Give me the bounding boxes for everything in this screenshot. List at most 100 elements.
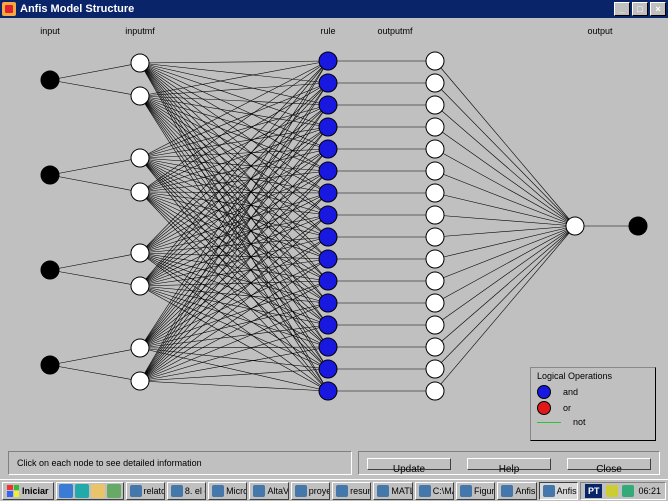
quick-launch	[56, 482, 124, 500]
clock: 06:21	[638, 486, 661, 496]
quicklaunch-icon-4[interactable]	[107, 484, 121, 498]
aggregation-node[interactable]	[566, 217, 584, 235]
tray-icon-2[interactable]	[622, 485, 634, 497]
task-item[interactable]: Micros...	[208, 482, 247, 500]
maximize-button[interactable]: □	[632, 2, 648, 16]
legend-row-and: and	[537, 385, 649, 399]
legend-line-not	[537, 422, 561, 423]
outputmf-node-1[interactable]	[426, 74, 444, 92]
legend-row-or: or	[537, 401, 649, 415]
outputmf-node-11[interactable]	[426, 294, 444, 312]
rule-node-2[interactable]	[319, 96, 337, 114]
outputmf-node-3[interactable]	[426, 118, 444, 136]
outputmf-node-8[interactable]	[426, 228, 444, 246]
task-icon	[336, 485, 348, 497]
rule-node-8[interactable]	[319, 228, 337, 246]
task-label: proyec...	[309, 486, 330, 496]
rule-node-5[interactable]	[319, 162, 337, 180]
outputmf-node-12[interactable]	[426, 316, 444, 334]
task-label: Figure ...	[474, 486, 495, 496]
rule-node-6[interactable]	[319, 184, 337, 202]
task-item[interactable]: Anfis ...	[539, 482, 578, 500]
diagram-canvas: input inputmf rule outputmf output Logic…	[0, 18, 668, 447]
outputmf-node-10[interactable]	[426, 272, 444, 290]
update-button[interactable]: Update	[367, 458, 451, 470]
inputmf-node-3[interactable]	[131, 183, 149, 201]
task-item[interactable]: C:\MA...	[415, 482, 454, 500]
task-item[interactable]: AltaVis...	[249, 482, 288, 500]
task-label: Micros...	[226, 486, 247, 496]
task-icon	[212, 485, 224, 497]
inputmf-node-6[interactable]	[131, 339, 149, 357]
task-item[interactable]: Anfis E...	[497, 482, 536, 500]
rule-node-11[interactable]	[319, 294, 337, 312]
header-outputmf: outputmf	[377, 26, 412, 36]
task-item[interactable]: proyec...	[291, 482, 330, 500]
rule-node-12[interactable]	[319, 316, 337, 334]
task-item[interactable]: resum...	[332, 482, 371, 500]
quicklaunch-icon-1[interactable]	[59, 484, 73, 498]
outputmf-node-13[interactable]	[426, 338, 444, 356]
rule-node-15[interactable]	[319, 382, 337, 400]
legend-label-and: and	[563, 387, 578, 397]
task-item[interactable]: MATLAB	[373, 482, 412, 500]
task-icon	[377, 485, 389, 497]
outputmf-node-7[interactable]	[426, 206, 444, 224]
outputmf-node-5[interactable]	[426, 162, 444, 180]
rule-node-1[interactable]	[319, 74, 337, 92]
input-node-1[interactable]	[41, 166, 59, 184]
language-indicator[interactable]: PT	[585, 484, 603, 498]
close-button[interactable]: Close	[567, 458, 651, 470]
task-item[interactable]: 8. el e...	[167, 482, 206, 500]
outputmf-node-6[interactable]	[426, 184, 444, 202]
legend-box: Logical Operations and or not	[530, 367, 656, 441]
inputmf-node-4[interactable]	[131, 244, 149, 262]
task-icon	[501, 485, 513, 497]
inputmf-node-2[interactable]	[131, 149, 149, 167]
tray-icon-1[interactable]	[606, 485, 618, 497]
status-hint: Click on each node to see detailed infor…	[8, 451, 352, 475]
windows-logo-icon	[7, 485, 19, 497]
outputmf-node-4[interactable]	[426, 140, 444, 158]
rule-node-9[interactable]	[319, 250, 337, 268]
outputmf-node-9[interactable]	[426, 250, 444, 268]
outputmf-node-0[interactable]	[426, 52, 444, 70]
start-label: Iniciar	[22, 486, 49, 496]
header-output: output	[587, 26, 612, 36]
inputmf-node-1[interactable]	[131, 87, 149, 105]
input-node-3[interactable]	[41, 356, 59, 374]
input-node-0[interactable]	[41, 71, 59, 89]
outputmf-node-15[interactable]	[426, 382, 444, 400]
task-label: 8. el e...	[185, 486, 206, 496]
start-button[interactable]: Iniciar	[2, 482, 54, 500]
output-node[interactable]	[629, 217, 647, 235]
task-label: Anfis ...	[557, 486, 578, 496]
inputmf-node-5[interactable]	[131, 277, 149, 295]
rule-node-7[interactable]	[319, 206, 337, 224]
inputmf-node-7[interactable]	[131, 372, 149, 390]
rule-node-0[interactable]	[319, 52, 337, 70]
rule-node-13[interactable]	[319, 338, 337, 356]
rule-node-3[interactable]	[319, 118, 337, 136]
help-button[interactable]: Help	[467, 458, 551, 470]
input-node-2[interactable]	[41, 261, 59, 279]
rule-node-4[interactable]	[319, 140, 337, 158]
app-icon	[2, 2, 16, 16]
titlebar: Anfis Model Structure _ □ ×	[0, 0, 668, 18]
rule-node-10[interactable]	[319, 272, 337, 290]
outputmf-node-2[interactable]	[426, 96, 444, 114]
legend-title: Logical Operations	[537, 371, 649, 381]
quicklaunch-icon-2[interactable]	[75, 484, 89, 498]
inputmf-node-0[interactable]	[131, 54, 149, 72]
task-icon	[543, 485, 555, 497]
task-item[interactable]: relator...	[126, 482, 165, 500]
legend-node-and	[537, 385, 551, 399]
window-title: Anfis Model Structure	[20, 3, 614, 15]
quicklaunch-icon-3[interactable]	[91, 484, 105, 498]
header-rule: rule	[320, 26, 335, 36]
rule-node-14[interactable]	[319, 360, 337, 378]
outputmf-node-14[interactable]	[426, 360, 444, 378]
minimize-button[interactable]: _	[614, 2, 630, 16]
task-item[interactable]: Figure ...	[456, 482, 495, 500]
close-window-button[interactable]: ×	[650, 2, 666, 16]
